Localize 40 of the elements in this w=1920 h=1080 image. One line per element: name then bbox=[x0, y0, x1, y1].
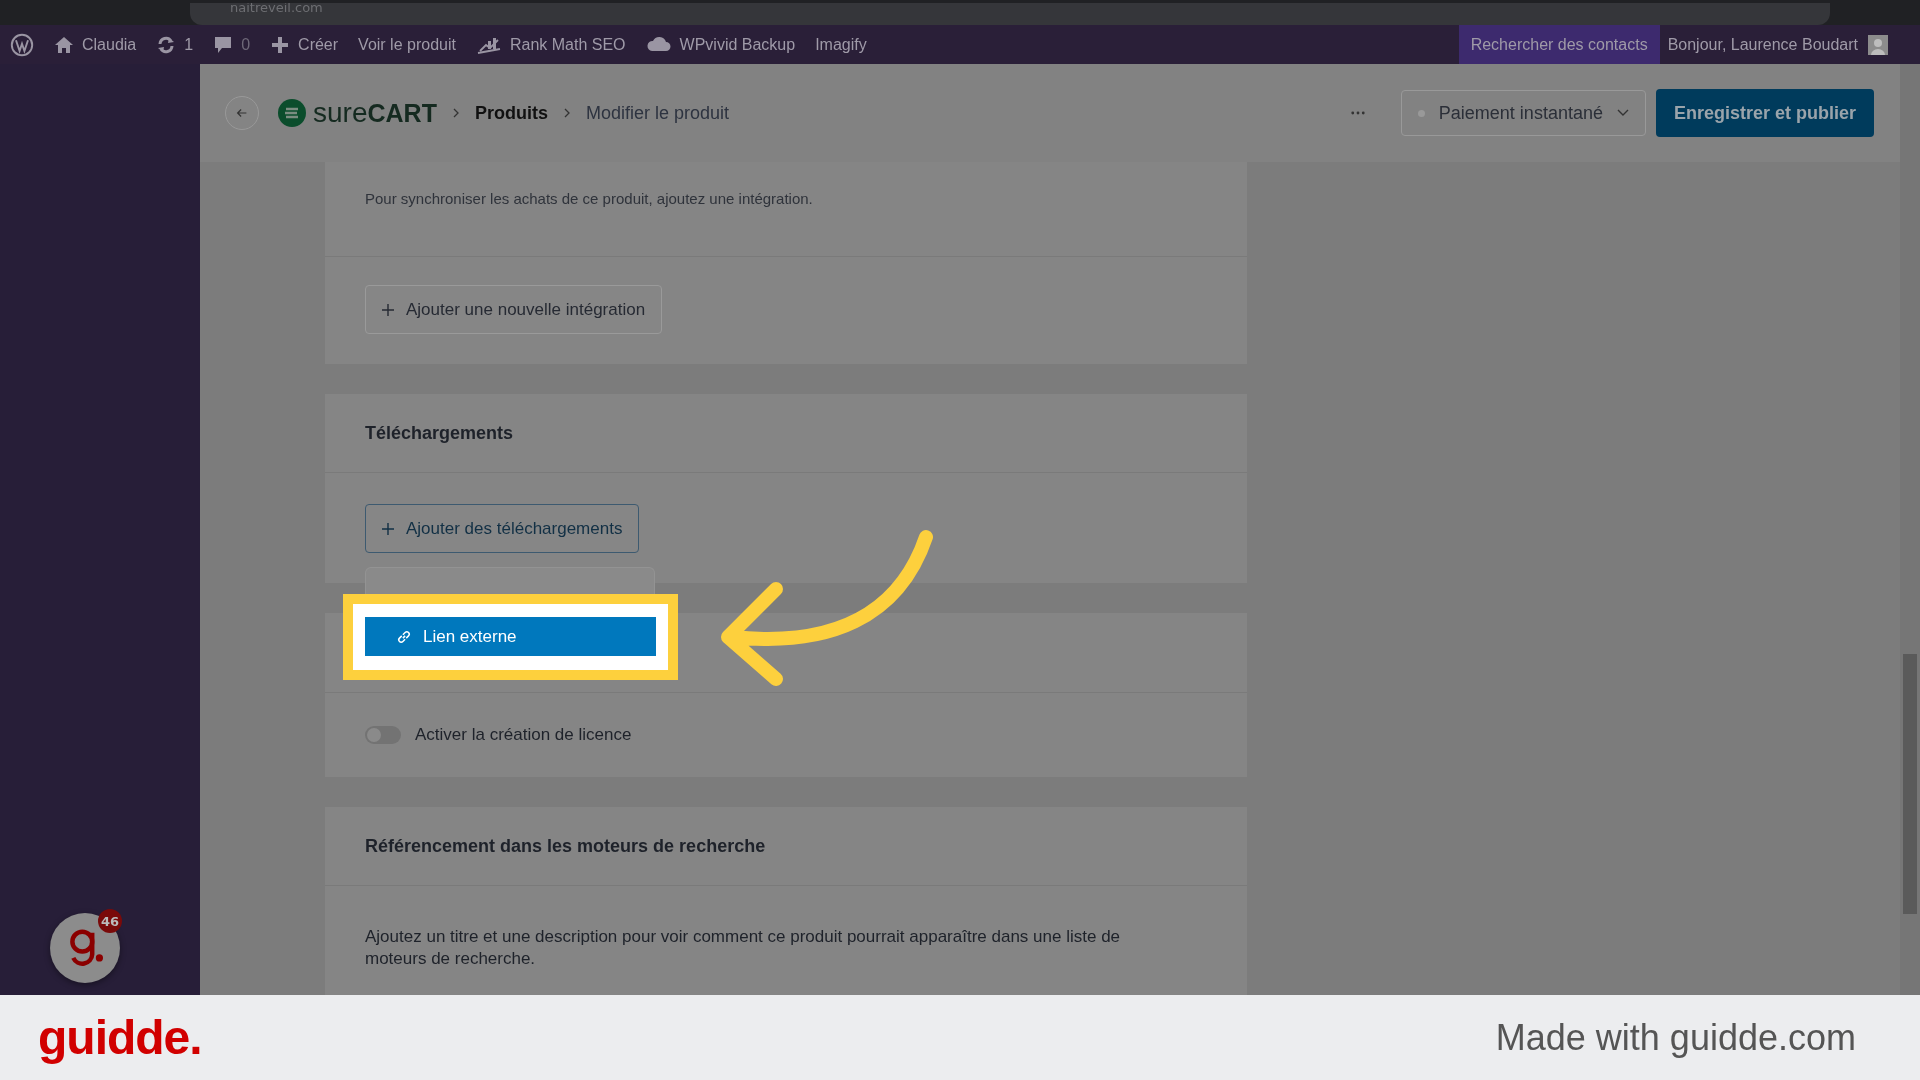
comment-icon bbox=[213, 34, 234, 55]
add-integration-button[interactable]: Ajouter une nouvelle intégration bbox=[365, 285, 663, 334]
avatar-icon bbox=[1868, 34, 1888, 55]
home-icon bbox=[54, 34, 74, 55]
chevron-down-icon bbox=[1616, 109, 1629, 117]
guidde-logo: guidde. bbox=[38, 1010, 202, 1065]
surecart-logo: sureCART bbox=[277, 97, 437, 129]
guidde-logo-icon bbox=[67, 927, 103, 969]
section-title: Téléchargements bbox=[365, 422, 514, 444]
admin-bar-item[interactable]: Imagify bbox=[815, 35, 867, 54]
search-contacts-link[interactable]: Rechercher des contacts bbox=[1458, 25, 1660, 64]
credit-text: Made with guidde.com bbox=[1495, 1016, 1856, 1059]
admin-bar-item[interactable]: Voir le produit bbox=[358, 35, 456, 54]
scrollbar[interactable] bbox=[1900, 64, 1920, 995]
breadcrumb-link[interactable]: Produits bbox=[474, 102, 548, 124]
plus-icon bbox=[382, 303, 394, 316]
user-menu[interactable]: Bonjour, Laurence Boudart bbox=[1659, 25, 1896, 64]
admin-bar-item[interactable]: WPvivid Backup bbox=[645, 34, 796, 55]
admin-bar-item[interactable]: Rank Math SEO bbox=[475, 34, 626, 55]
plus-icon bbox=[382, 522, 394, 535]
publish-button[interactable]: Enregistrer et publier bbox=[1655, 89, 1874, 137]
back-button[interactable] bbox=[225, 96, 259, 130]
wordpress-logo-icon[interactable] bbox=[10, 32, 34, 57]
notification-badge: 46 bbox=[98, 909, 122, 933]
section-title: Référencement dans les moteurs de recherche bbox=[365, 835, 766, 857]
plus-icon bbox=[270, 34, 291, 55]
license-label: Activer la création de licence bbox=[415, 725, 632, 745]
integrations-text: Pour synchroniser les achats de ce produit, ajoutez une intégration. bbox=[325, 162, 1247, 257]
menu-item[interactable]: Lien externe bbox=[365, 617, 656, 656]
more-icon[interactable] bbox=[1350, 111, 1365, 115]
seo-description: Ajoutez un titre et une description pour voir comment ce produit pourrait apparaître dans une liste de moteurs de recherche. bbox=[364, 926, 1122, 970]
back-arrow-icon bbox=[235, 106, 249, 120]
admin-bar-item[interactable]: 0 bbox=[213, 34, 251, 55]
add-downloads-button[interactable]: Ajouter des téléchargements bbox=[365, 504, 640, 553]
status-select[interactable]: Paiement instantané bbox=[1400, 90, 1646, 136]
admin-bar-item[interactable]: 1 bbox=[156, 34, 194, 55]
guidde-launcher[interactable] bbox=[50, 913, 120, 983]
admin-bar-item[interactable]: Claudia bbox=[54, 34, 137, 55]
breadcrumb-current: Modifier le produit bbox=[585, 102, 729, 124]
admin-bar-item[interactable]: Créer bbox=[270, 34, 339, 55]
